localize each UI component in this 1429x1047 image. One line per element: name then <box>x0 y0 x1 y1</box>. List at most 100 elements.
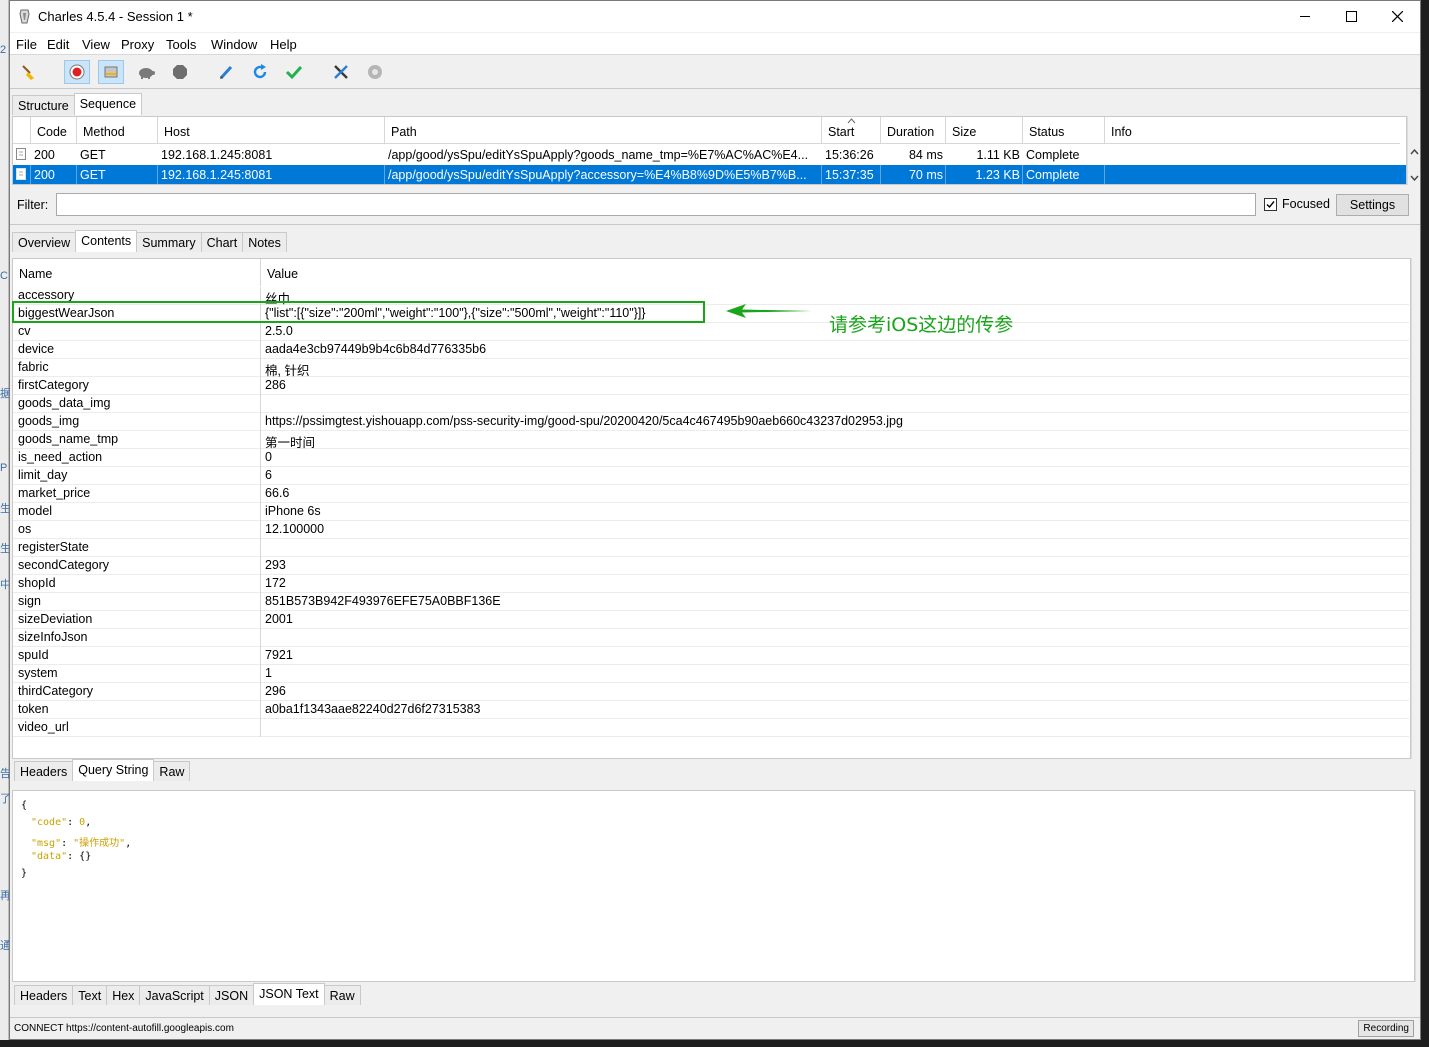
scroll-down-icon[interactable] <box>1410 175 1419 181</box>
ssl-proxy-button[interactable] <box>98 60 124 84</box>
param-row[interactable]: cv 2.5.0 <box>13 323 1409 341</box>
tab-resp-text[interactable]: Text <box>72 985 108 1005</box>
header-host[interactable]: Host <box>158 117 385 144</box>
filter-input[interactable] <box>56 193 1256 216</box>
response-scrollbar[interactable] <box>1415 790 1420 982</box>
record-icon <box>69 64 85 80</box>
record-button[interactable] <box>64 60 90 84</box>
cell-method: GET <box>80 148 106 162</box>
header-path[interactable]: Path <box>385 117 822 144</box>
param-row[interactable]: shopId 172 <box>13 575 1409 593</box>
clear-session-button[interactable] <box>16 60 42 84</box>
param-row[interactable]: model iPhone 6s <box>13 503 1409 521</box>
tab-resp-headers[interactable]: Headers <box>14 985 74 1005</box>
param-value: 6 <box>265 468 272 482</box>
tab-contents[interactable]: Contents <box>75 230 138 252</box>
menu-window[interactable]: Window <box>211 37 257 52</box>
tools-icon <box>334 65 348 79</box>
sort-ascending-icon <box>847 118 856 124</box>
tools-button[interactable] <box>328 60 354 84</box>
menu-help[interactable]: Help <box>270 37 297 52</box>
header-method[interactable]: Method <box>77 117 158 144</box>
param-row[interactable]: market_price 66.6 <box>13 485 1409 503</box>
param-row[interactable]: system 1 <box>13 665 1409 683</box>
tab-resp-raw[interactable]: Raw <box>323 985 361 1005</box>
settings-button[interactable] <box>362 60 388 84</box>
cell-start: 15:36:26 <box>825 148 874 162</box>
tab-query-string[interactable]: Query String <box>72 759 155 781</box>
menu-view[interactable]: View <box>82 37 110 52</box>
menu-file[interactable]: File <box>16 37 37 52</box>
maximize-button[interactable] <box>1328 1 1374 32</box>
param-row[interactable]: firstCategory 286 <box>13 377 1409 395</box>
tab-resp-json-text[interactable]: JSON Text <box>253 983 325 1005</box>
throttle-button[interactable] <box>133 60 159 84</box>
tab-notes[interactable]: Notes <box>242 232 287 252</box>
menu-edit[interactable]: Edit <box>47 37 69 52</box>
menu-tools[interactable]: Tools <box>166 37 196 52</box>
filter-label: Filter: <box>17 198 49 212</box>
table-row[interactable]: 200 GET 192.168.1.245:8081 /app/good/ysS… <box>13 145 1406 164</box>
json-open-brace: { <box>21 800 28 811</box>
header-size[interactable]: Size <box>946 117 1023 144</box>
sequence-scrollbar[interactable] <box>1407 116 1420 185</box>
param-row[interactable]: sign 851B573B942F493976EFE75A0BBF136E <box>13 593 1409 611</box>
param-name: firstCategory <box>18 378 89 392</box>
scroll-up-icon[interactable] <box>1410 149 1419 155</box>
status-bar: CONNECT https://content-autofill.googlea… <box>10 1017 1420 1039</box>
tab-resp-javascript[interactable]: JavaScript <box>139 985 210 1005</box>
param-row[interactable]: spuId 7921 <box>13 647 1409 665</box>
tab-structure[interactable]: Structure <box>12 95 75 115</box>
tab-raw[interactable]: Raw <box>153 761 191 781</box>
tab-overview[interactable]: Overview <box>12 232 77 252</box>
minimize-button[interactable] <box>1282 1 1328 32</box>
header-code[interactable]: Code <box>31 117 77 144</box>
settings-filter-button[interactable]: Settings <box>1336 194 1409 216</box>
param-row[interactable]: video_url <box>13 719 1409 737</box>
param-row[interactable]: sizeDeviation 2001 <box>13 611 1409 629</box>
params-scrollbar[interactable] <box>1411 258 1420 759</box>
param-row[interactable]: goods_name_tmp 第一时间 <box>13 431 1409 450</box>
tab-sequence[interactable]: Sequence <box>73 93 143 115</box>
recording-status-button[interactable]: Recording <box>1358 1020 1414 1037</box>
compose-button[interactable] <box>213 60 239 84</box>
header-status[interactable]: Status <box>1023 117 1105 144</box>
param-name: registerState <box>18 540 89 554</box>
cell-code: 200 <box>34 168 55 182</box>
table-row-selected[interactable]: 200 GET 192.168.1.245:8081 /app/good/ysS… <box>13 165 1406 184</box>
repeat-button[interactable] <box>247 60 273 84</box>
param-row[interactable]: os 12.100000 <box>13 521 1409 539</box>
breakpoints-button[interactable] <box>167 60 193 84</box>
validate-button[interactable] <box>281 60 307 84</box>
param-row[interactable]: token a0ba1f1343aae82240d27d6f27315383 <box>13 701 1409 719</box>
close-button[interactable] <box>1374 1 1420 32</box>
param-row[interactable]: thirdCategory 296 <box>13 683 1409 701</box>
param-row[interactable]: registerState <box>13 539 1409 557</box>
tab-resp-json[interactable]: JSON <box>208 985 255 1005</box>
param-row[interactable]: goods_data_img <box>13 395 1409 413</box>
param-row[interactable]: goods_img https://pssimgtest.yishouapp.co… <box>13 413 1409 431</box>
tab-summary[interactable]: Summary <box>136 232 202 252</box>
param-row[interactable]: secondCategory 293 <box>13 557 1409 575</box>
param-row[interactable]: device aada4e3cb97449b9b4c6b84d776335b6 <box>13 341 1409 359</box>
param-row[interactable]: fabric 棉, 针织 <box>13 359 1409 378</box>
splitter[interactable] <box>10 224 1420 225</box>
cell-duration: 84 ms <box>908 148 943 162</box>
param-row[interactable]: sizeInfoJson <box>13 629 1409 647</box>
focused-checkbox[interactable] <box>1264 198 1277 211</box>
param-name: market_price <box>18 486 91 500</box>
header-value[interactable]: Value <box>261 259 1409 286</box>
sequence-table: Code Method Host Path Start Duration Siz… <box>12 116 1407 185</box>
header-duration[interactable]: Duration <box>881 117 946 144</box>
response-json-view[interactable]: { "code": 0, "msg": "操作成功", "data": {} } <box>12 790 1415 982</box>
param-row[interactable]: is_need_action 0 <box>13 449 1409 467</box>
header-info[interactable]: Info <box>1105 117 1400 144</box>
menu-proxy[interactable]: Proxy <box>121 37 154 52</box>
header-name[interactable]: Name <box>13 259 261 286</box>
param-row[interactable]: limit_day 6 <box>13 467 1409 485</box>
tab-resp-hex[interactable]: Hex <box>106 985 141 1005</box>
tab-chart[interactable]: Chart <box>200 232 244 252</box>
param-name: sizeDeviation <box>18 612 93 626</box>
minimize-icon <box>1299 16 1310 17</box>
tab-headers[interactable]: Headers <box>14 761 74 781</box>
